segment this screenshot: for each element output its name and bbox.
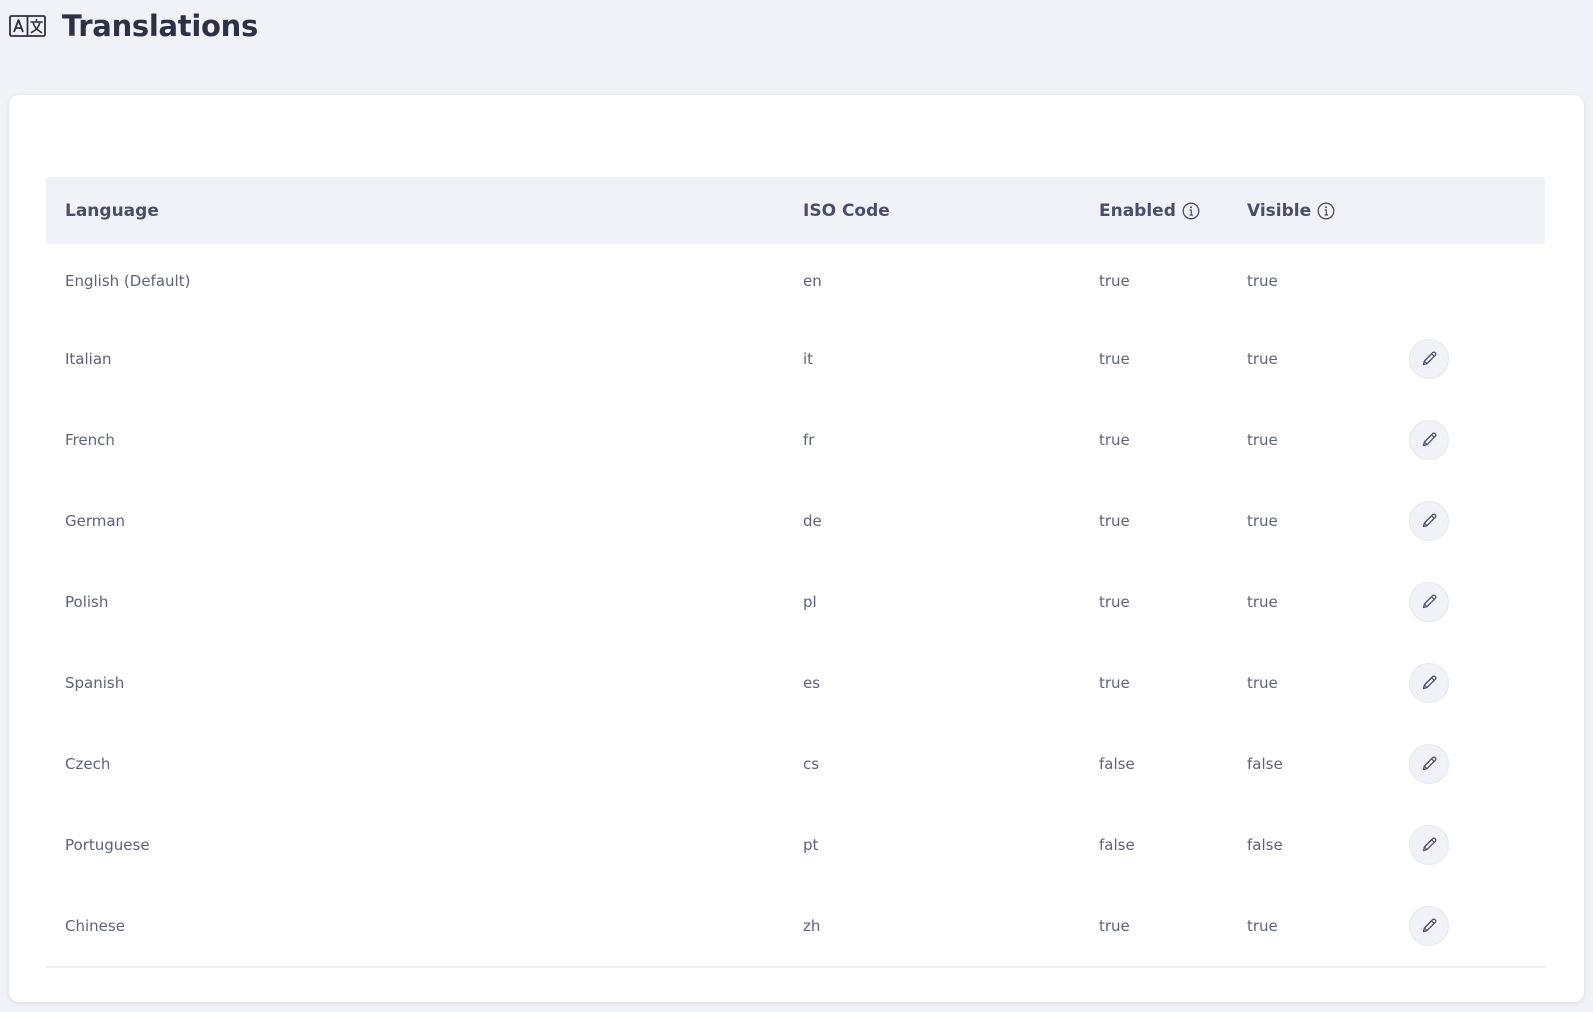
cell-iso-code: es — [803, 673, 821, 692]
cell-iso-code: en — [803, 272, 822, 290]
translate-icon — [9, 15, 46, 37]
edit-button-cs[interactable] — [1409, 743, 1449, 784]
table-row-fr: French fr true true — [46, 399, 1545, 480]
column-header-enabled: Enabled — [1099, 177, 1200, 244]
pencil-icon — [1422, 918, 1436, 933]
column-header-visible: Visible — [1247, 177, 1335, 244]
cell-enabled: true — [1099, 673, 1130, 692]
cell-visible: false — [1247, 835, 1283, 854]
cell-visible: true — [1247, 916, 1278, 935]
pencil-icon — [1422, 675, 1436, 690]
edit-button-zh[interactable] — [1409, 905, 1449, 946]
cell-language: Italian — [65, 349, 112, 368]
translations-card: Language ISO Code Enabled Visible Englis… — [9, 95, 1584, 1002]
table-row-en: English (Default) en true true — [46, 244, 1545, 318]
cell-enabled: true — [1099, 511, 1130, 530]
info-icon[interactable] — [1317, 202, 1335, 220]
pencil-icon — [1422, 432, 1436, 447]
cell-enabled: false — [1099, 835, 1135, 854]
cell-language: Spanish — [65, 673, 125, 692]
cell-language: Portuguese — [65, 835, 150, 854]
cell-iso-code: pl — [803, 592, 817, 611]
page-title: Translations — [62, 9, 258, 43]
edit-button-it[interactable] — [1409, 338, 1449, 379]
cell-iso-code: fr — [803, 430, 815, 449]
pencil-icon — [1422, 837, 1436, 852]
table-row-it: Italian it true true — [46, 318, 1545, 399]
table-row-pl: Polish pl true true — [46, 561, 1545, 642]
cell-visible: true — [1247, 430, 1278, 449]
cell-language: Polish — [65, 592, 109, 611]
edit-button-pl[interactable] — [1409, 581, 1449, 622]
table-bottom-border — [46, 966, 1545, 968]
table-header: Language ISO Code Enabled Visible — [46, 177, 1545, 244]
table-row-es: Spanish es true true — [46, 642, 1545, 723]
edit-button-de[interactable] — [1409, 500, 1449, 541]
cell-iso-code: de — [803, 511, 822, 530]
cell-enabled: true — [1099, 349, 1130, 368]
edit-button-es[interactable] — [1409, 662, 1449, 703]
pencil-icon — [1422, 513, 1436, 528]
table-body: English (Default) en true true Italian i… — [46, 244, 1545, 966]
cell-enabled: true — [1099, 272, 1130, 290]
pencil-icon — [1422, 594, 1436, 609]
cell-visible: true — [1247, 592, 1278, 611]
cell-iso-code: zh — [803, 916, 821, 935]
column-header-language: Language — [65, 200, 159, 221]
info-icon[interactable] — [1182, 202, 1200, 220]
pencil-icon — [1422, 756, 1436, 771]
cell-visible: true — [1247, 272, 1278, 290]
cell-visible: true — [1247, 511, 1278, 530]
table-row-pt: Portuguese pt false false — [46, 804, 1545, 885]
cell-enabled: false — [1099, 754, 1135, 773]
cell-language: German — [65, 511, 126, 530]
cell-visible: true — [1247, 673, 1278, 692]
column-header-iso-code: ISO Code — [803, 200, 890, 221]
cell-language: English (Default) — [65, 272, 191, 290]
cell-language: Czech — [65, 754, 111, 773]
edit-button-pt[interactable] — [1409, 824, 1449, 865]
translations-table: Language ISO Code Enabled Visible Englis… — [46, 177, 1545, 968]
cell-visible: true — [1247, 349, 1278, 368]
cell-iso-code: pt — [803, 835, 819, 854]
table-row-zh: Chinese zh true true — [46, 885, 1545, 966]
cell-visible: false — [1247, 754, 1283, 773]
cell-language: French — [65, 430, 115, 449]
cell-language: Chinese — [65, 916, 125, 935]
cell-iso-code: it — [803, 349, 814, 368]
cell-enabled: true — [1099, 916, 1130, 935]
page-header: Translations — [9, 6, 258, 46]
cell-iso-code: cs — [803, 754, 820, 773]
edit-button-fr[interactable] — [1409, 419, 1449, 460]
table-row-de: German de true true — [46, 480, 1545, 561]
cell-enabled: true — [1099, 592, 1130, 611]
table-row-cs: Czech cs false false — [46, 723, 1545, 804]
cell-enabled: true — [1099, 430, 1130, 449]
pencil-icon — [1422, 351, 1436, 366]
